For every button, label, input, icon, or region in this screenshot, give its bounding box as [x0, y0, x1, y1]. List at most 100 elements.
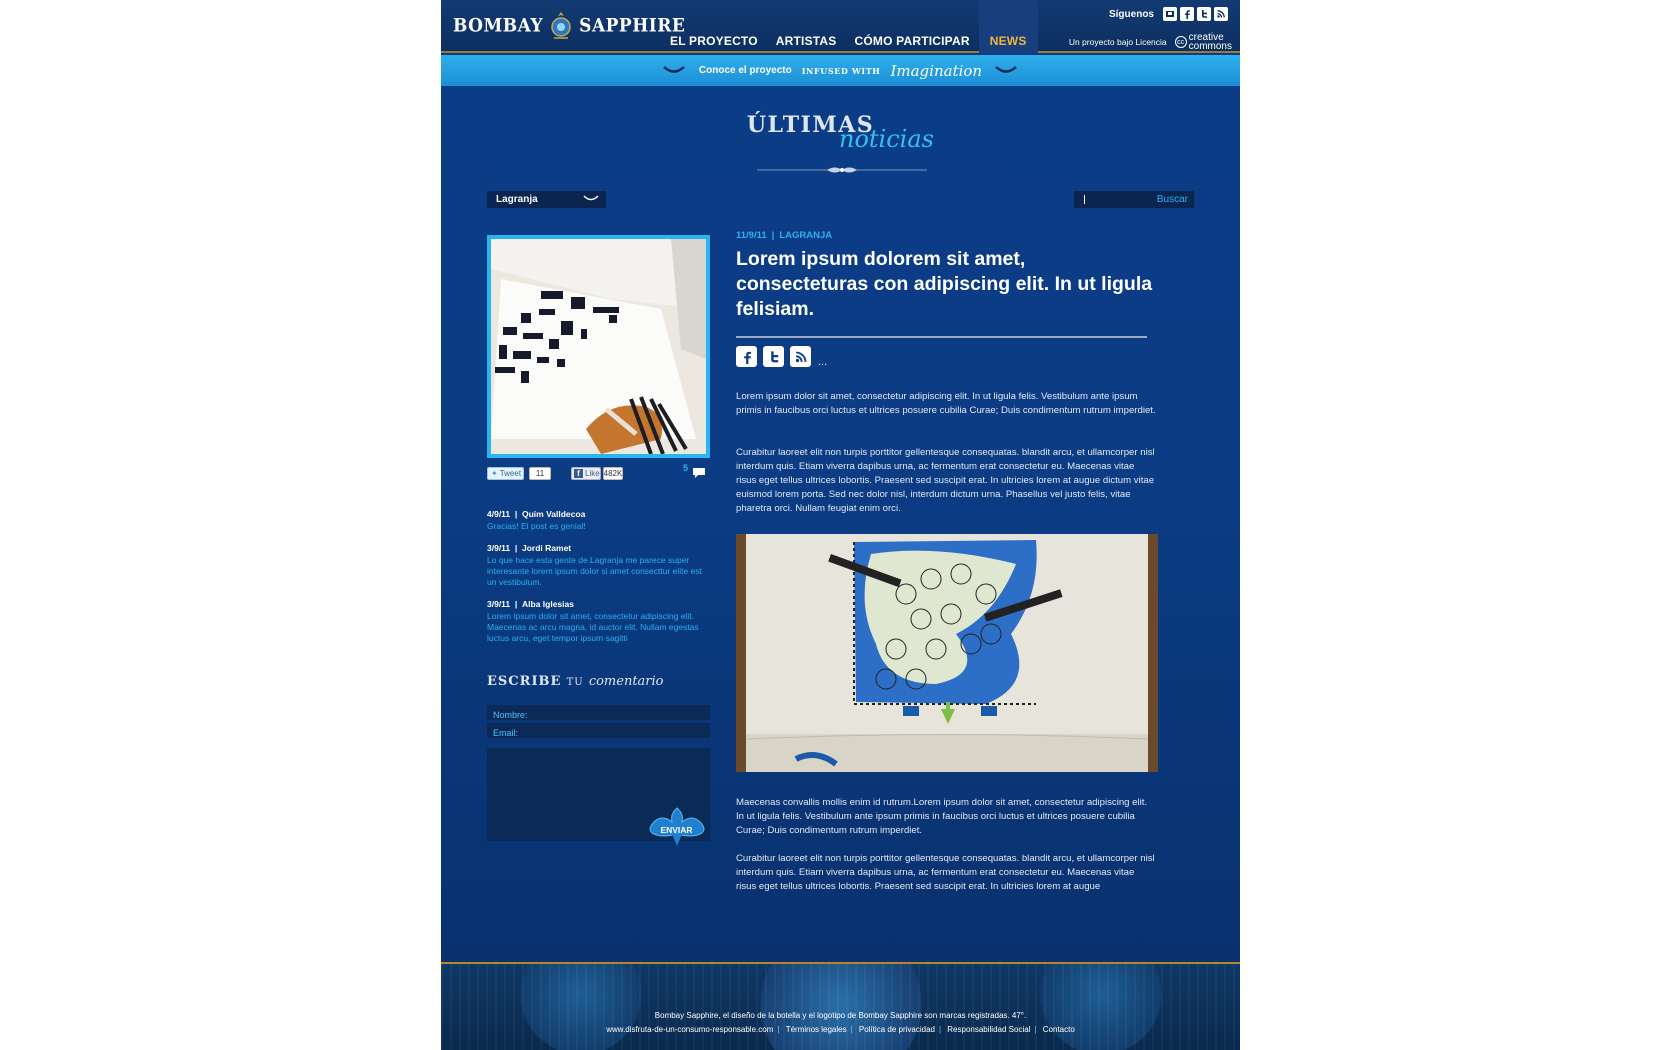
article-title: Lorem ipsum dolorem sit amet, consectetu… [736, 248, 1153, 320]
brand-logo[interactable]: BOMBAY SAPPHIRE [453, 8, 685, 44]
footer-pattern [441, 964, 1240, 1050]
article: 11/9/11 | LAGRANJA Lorem ipsum dolorem sit… [736, 230, 1161, 892]
article-paragraph: Lorem ipsum dolor sit amet, consectetur … [736, 391, 1156, 416]
search-box: Buscar [1074, 191, 1194, 208]
comment-form-title-small: TU [566, 677, 584, 688]
comment-author: Alba Iglesias [522, 599, 574, 609]
article-share: ... [736, 346, 827, 368]
divider [736, 336, 1147, 338]
article-meta: 11/9/11 | LAGRANJA [736, 230, 833, 241]
send-label: ENVIAR [660, 825, 693, 835]
follow-label: Síguenos [1108, 8, 1154, 20]
header: BOMBAY SAPPHIRE EL PROYECTO ARTISTAS CÓM… [441, 0, 1240, 53]
comment-text: Lorem ipsum dolor sit amet, consectetur … [487, 611, 699, 643]
article-category[interactable]: LAGRANJA [779, 230, 832, 241]
like-label: Like [585, 469, 600, 478]
comments-count: 5 [683, 463, 689, 473]
tweet-count: 11 [529, 467, 551, 480]
creative-commons-logo[interactable]: cc creative commons [1174, 33, 1232, 52]
search-input[interactable] [1080, 192, 1150, 207]
twitter-bird-icon: ✦ [491, 469, 498, 478]
twitter-icon[interactable] [763, 346, 784, 367]
sketch-image [736, 534, 1158, 772]
article-date: 11/9/11 [736, 230, 767, 241]
share-row: ✦ Tweet 11 f Like 482K 5 [487, 463, 710, 482]
logo-word-bombay: BOMBAY [453, 15, 544, 37]
like-count: 482K [603, 467, 623, 480]
comment-form-title: ESCRIBE TU comentario [487, 674, 664, 689]
email-field-wrapper [487, 723, 710, 741]
comment-meta: 4/9/11 | Quim Valldecoa [487, 509, 586, 519]
tuenti-icon[interactable] [1163, 7, 1177, 21]
email-field[interactable] [487, 725, 710, 741]
comment-author: Quim Valldecoa [522, 509, 586, 519]
cc-line-2: commons [1188, 41, 1232, 52]
facebook-icon: f [574, 469, 583, 478]
footer-link-privacidad[interactable]: Política de privacidad [859, 1025, 935, 1034]
license-text: Un proyecto bajo Licencia [1068, 37, 1167, 47]
name-field[interactable] [487, 707, 710, 723]
comment-date: 3/9/11 [487, 543, 511, 553]
license-info: Un proyecto bajo Licencia cc creative co… [1068, 33, 1232, 52]
article-paragraph: Maecenas convallis mollis enim id rutrum… [736, 797, 1148, 836]
footer-link-contacto[interactable]: Contacto [1043, 1025, 1075, 1034]
facebook-icon[interactable] [736, 346, 757, 367]
name-field-wrapper [487, 705, 710, 723]
article-paragraph: Curabitur laoreet elit non turpis portti… [736, 447, 1155, 514]
social-links: Síguenos [1109, 7, 1228, 21]
article-paragraph: Curabitur laoreet elit non turpis portti… [736, 853, 1155, 892]
footer-link-terminos[interactable]: Términos legales [786, 1025, 847, 1034]
facebook-icon[interactable] [1180, 7, 1194, 21]
rss-icon[interactable] [790, 346, 811, 367]
tweet-label: Tweet [499, 469, 522, 478]
nav-item-news[interactable]: NEWS [978, 0, 1038, 53]
page-title-line-2: noticias [839, 125, 934, 153]
footer-legal: Bombay Sapphire, el diseño de la botella… [654, 1011, 1027, 1020]
rss-icon[interactable] [1214, 7, 1228, 21]
chevron-down-icon [663, 66, 685, 73]
banner-infused: INFUSED WITH [801, 65, 881, 76]
comment-text: Lo que hace esta gente de Lagranja me pa… [487, 555, 702, 587]
post-photo-image [491, 239, 706, 454]
footer-link-responsabilidad[interactable]: Responsabilidad Social [947, 1025, 1030, 1034]
send-button[interactable]: ENVIAR [644, 804, 714, 850]
comment-form-title-bold: ESCRIBE [487, 674, 562, 689]
comment-meta: 3/9/11 | Jordi Ramet [487, 543, 572, 553]
nav-item-el-proyecto[interactable]: EL PROYECTO [661, 0, 767, 53]
comment-item: 4/9/11 | Quim Valldecoa Gracias! El post… [487, 509, 712, 532]
comment-meta: 3/9/11 | Alba Iglesias [487, 599, 574, 609]
infused-banner[interactable]: Conoce el proyecto INFUSED WITH Imaginat… [441, 55, 1240, 86]
nav-item-artistas[interactable]: ARTISTAS [767, 0, 846, 53]
ornament-divider [757, 167, 927, 173]
main-nav: EL PROYECTO ARTISTAS CÓMO PARTICIPAR NEW… [661, 0, 1038, 53]
site-container: BOMBAY SAPPHIRE EL PROYECTO ARTISTAS CÓM… [441, 0, 1240, 1050]
category-selected: Lagranja [496, 194, 538, 205]
post-photo [487, 235, 710, 458]
twitter-icon[interactable] [1197, 7, 1211, 21]
search-button[interactable]: Buscar [1157, 194, 1188, 205]
nav-item-como-participar[interactable]: CÓMO PARTICIPAR [846, 0, 979, 53]
comment-author: Jordi Ramet [522, 543, 572, 553]
more-share-button[interactable]: ... [818, 357, 827, 368]
chevron-down-icon [583, 195, 599, 201]
chevron-down-icon [995, 66, 1017, 73]
comment-item: 3/9/11 | Alba Iglesias Lorem ipsum dolor… [487, 599, 712, 644]
crest-icon [551, 12, 571, 39]
cc-icon: cc [1174, 36, 1187, 48]
comment-date: 3/9/11 [487, 599, 511, 609]
footer-link-consumo[interactable]: www.disfruta-de-un-consumo-responsable.c… [606, 1025, 773, 1034]
comment-text: Gracias! El post es genial! [487, 521, 586, 531]
banner-imagination: Imagination [890, 61, 983, 80]
like-button[interactable]: f Like [571, 467, 601, 480]
page-title: ÚLTIMAS noticias [441, 112, 1240, 153]
tweet-button[interactable]: ✦ Tweet [487, 467, 524, 480]
article-image [736, 534, 1158, 772]
category-dropdown[interactable]: Lagranja [487, 191, 606, 208]
comment-item: 3/9/11 | Jordi Ramet Lo que hace esta ge… [487, 543, 712, 588]
banner-lead: Conoce el proyecto [698, 65, 792, 76]
footer-links: www.disfruta-de-un-consumo-responsable.c… [606, 1025, 1075, 1034]
comment-date: 4/9/11 [487, 509, 511, 519]
comment-form-title-script: comentario [588, 674, 664, 689]
speech-bubble-icon[interactable] [692, 467, 706, 479]
footer: Bombay Sapphire, el diseño de la botella… [441, 962, 1240, 1050]
